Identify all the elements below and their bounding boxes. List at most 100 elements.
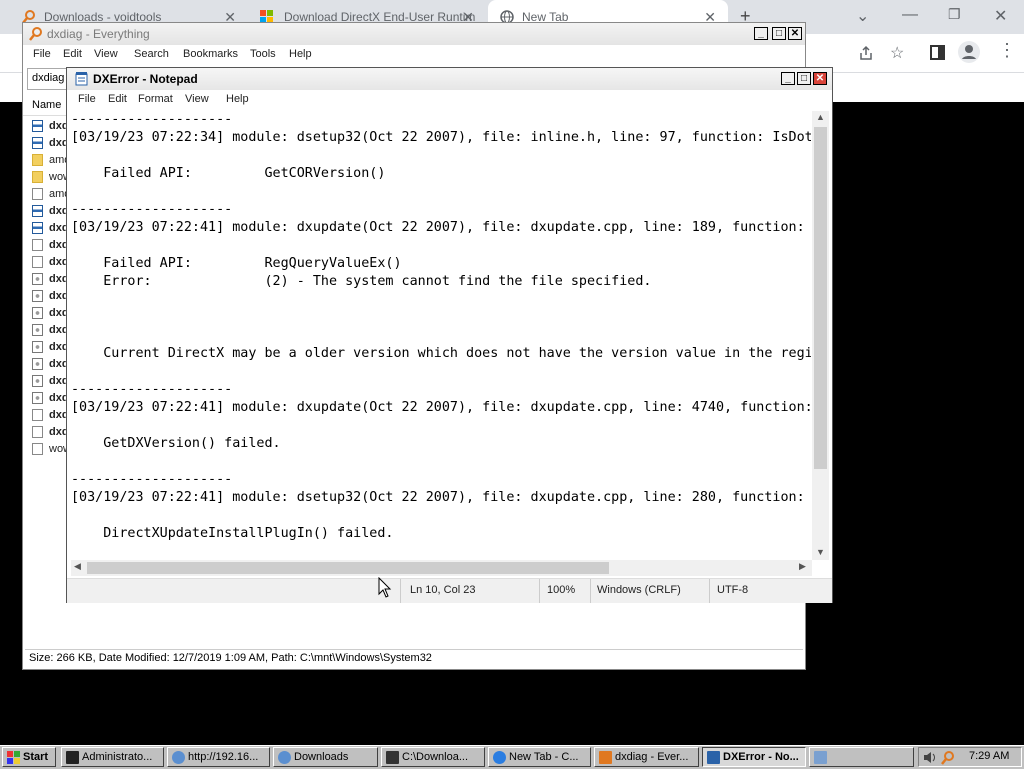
- menu-help[interactable]: Help: [289, 48, 312, 60]
- menu-edit[interactable]: Edit: [108, 93, 127, 105]
- close-button[interactable]: ✕: [788, 27, 802, 40]
- notepad-window: DXError - Notepad _ □ ✕ File Edit Format…: [66, 67, 833, 603]
- clock[interactable]: 7:29 AM: [969, 750, 1009, 762]
- scroll-down-icon[interactable]: ▼: [816, 547, 825, 557]
- config-file-icon: [32, 307, 43, 319]
- menu-tools[interactable]: Tools: [250, 48, 276, 60]
- chrome-icon: [493, 751, 506, 764]
- text-line: Error: (2) - The system cannot find the …: [71, 274, 652, 289]
- menu-file[interactable]: File: [33, 48, 51, 60]
- menu-edit[interactable]: Edit: [63, 48, 82, 60]
- speaker-icon[interactable]: [923, 751, 937, 764]
- tab-search-chevron-icon[interactable]: ⌄: [856, 6, 869, 26]
- close-button[interactable]: ✕: [813, 72, 827, 85]
- taskbar-button-label: DXError - No...: [723, 751, 799, 763]
- taskbar-button-label: http://192.16...: [188, 751, 259, 763]
- taskbar-button[interactable]: Downloads: [273, 747, 378, 767]
- text-line: GetDXVersion() failed.: [71, 436, 281, 451]
- taskbar-button[interactable]: Administrato...: [61, 747, 164, 767]
- config-file-icon: [32, 358, 43, 370]
- menu-bookmarks[interactable]: Bookmarks: [183, 48, 238, 60]
- text-line: [03/19/23 07:22:41] module: dsetup32(Oct…: [71, 490, 811, 505]
- text-line: [71, 291, 811, 309]
- text-line: [71, 237, 811, 255]
- bookmark-star-icon[interactable]: ☆: [890, 43, 904, 63]
- start-button[interactable]: Start: [2, 747, 56, 767]
- text-line: Failed API: GetCORVersion(): [71, 166, 386, 181]
- scroll-up-icon[interactable]: ▲: [816, 112, 825, 122]
- 7zip-icon: [386, 751, 399, 764]
- taskbar-button-label: Administrato...: [82, 751, 153, 763]
- text-line: --------------------: [71, 202, 233, 217]
- taskbar-button[interactable]: http://192.16...: [167, 747, 270, 767]
- menu-kebab-icon[interactable]: ⋮: [998, 40, 1016, 61]
- text-line: [03/19/23 07:22:41] module: dxupdate(Oct…: [71, 220, 811, 235]
- menu-view[interactable]: View: [185, 93, 209, 105]
- horizontal-scroll-thumb[interactable]: [87, 562, 609, 574]
- menu-format[interactable]: Format: [138, 93, 173, 105]
- text-line: [03/19/23 07:22:41] module: dxupdate(Oct…: [71, 400, 811, 415]
- text-line: [03/19/23 07:22:34] module: dsetup32(Oct…: [71, 130, 811, 145]
- notepad-icon: [75, 72, 88, 86]
- minimize-button[interactable]: _: [781, 72, 795, 85]
- vertical-scroll-thumb[interactable]: [814, 127, 827, 469]
- scroll-right-icon[interactable]: ▶: [799, 561, 806, 572]
- maximize-button[interactable]: □: [797, 72, 811, 85]
- notepad-icon: [707, 751, 720, 764]
- maximize-button[interactable]: □: [772, 27, 786, 40]
- everything-menubar: File Edit View Search Bookmarks Tools He…: [23, 45, 805, 65]
- mouse-cursor-icon: [378, 577, 392, 598]
- column-name-header[interactable]: Name: [32, 99, 61, 111]
- text-line: [71, 417, 811, 435]
- search-magnifier-icon: [29, 27, 42, 41]
- horizontal-scrollbar[interactable]: ◀ ▶: [71, 560, 812, 576]
- menu-help[interactable]: Help: [226, 93, 249, 105]
- side-panel-icon[interactable]: [930, 45, 945, 60]
- text-line: [71, 363, 811, 381]
- file-icon: [32, 426, 43, 438]
- encoding: UTF-8: [717, 584, 749, 596]
- taskbar-button[interactable]: New Tab - C...: [488, 747, 591, 767]
- system-tray: 7:29 AM: [918, 747, 1022, 767]
- browser-icon: [278, 751, 291, 764]
- text-line: --------------------: [71, 382, 233, 397]
- text-line: [71, 309, 811, 327]
- taskbar-button-label: C:\Downloa...: [402, 751, 469, 763]
- minimize-icon[interactable]: —: [902, 6, 918, 24]
- text-editor-area[interactable]: -------------------- [03/19/23 07:22:34] …: [71, 111, 811, 560]
- scroll-left-icon[interactable]: ◀: [74, 561, 81, 572]
- share-icon[interactable]: [858, 45, 874, 61]
- config-file-icon: [32, 324, 43, 336]
- profile-avatar-icon[interactable]: [958, 41, 980, 63]
- taskbar-button[interactable]: [809, 747, 914, 767]
- application-icon: [32, 222, 43, 234]
- taskbar-button[interactable]: dxdiag - Ever...: [594, 747, 699, 767]
- notepad-titlebar[interactable]: DXError - Notepad _ □ ✕: [67, 68, 832, 90]
- taskbar-button-label: Downloads: [294, 751, 349, 763]
- minimize-button[interactable]: _: [754, 27, 768, 40]
- zoom-level: 100%: [547, 584, 576, 596]
- notepad-menubar: File Edit Format View Help: [67, 90, 832, 110]
- taskbar-button[interactable]: C:\Downloa...: [381, 747, 485, 767]
- config-file-icon: [32, 273, 43, 285]
- restore-icon[interactable]: ❐: [948, 6, 961, 23]
- menu-file[interactable]: File: [78, 93, 96, 105]
- close-icon[interactable]: ✕: [994, 6, 1007, 26]
- text-line: [71, 453, 811, 471]
- file-icon: [32, 256, 43, 268]
- taskbar-button-label: dxdiag - Ever...: [615, 751, 689, 763]
- window-title: DXError - Notepad: [93, 72, 198, 86]
- vertical-scrollbar[interactable]: ▲ ▼: [812, 111, 829, 560]
- console-icon: [66, 751, 79, 764]
- taskbar-button[interactable]: DXError - No...: [702, 747, 806, 767]
- text-line: [71, 183, 811, 201]
- text-line: [71, 327, 811, 345]
- application-icon: [32, 120, 43, 132]
- application-icon: [32, 137, 43, 149]
- browser-icon: [172, 751, 185, 764]
- search-magnifier-icon[interactable]: [941, 751, 955, 765]
- menu-search[interactable]: Search: [134, 48, 169, 60]
- menu-view[interactable]: View: [94, 48, 118, 60]
- notepad-status-bar: Ln 10, Col 23 100% Windows (CRLF) UTF-8: [67, 578, 832, 603]
- everything-titlebar[interactable]: dxdiag - Everything _ □ ✕: [23, 23, 805, 45]
